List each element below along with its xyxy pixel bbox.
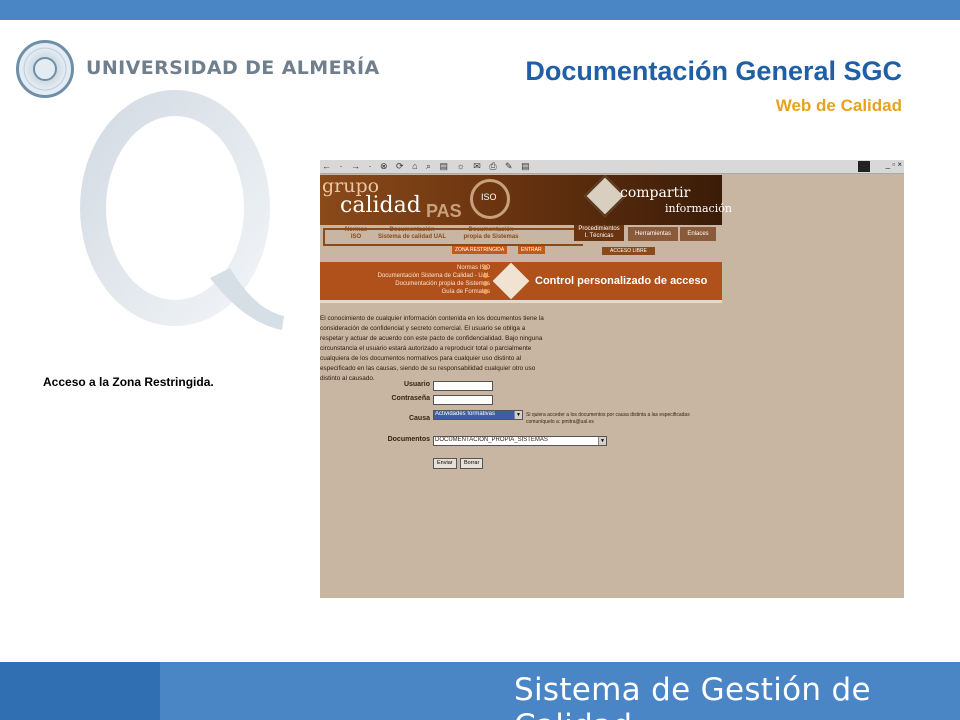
embedded-browser-screenshot: ← · → · ⊗ ⟳ ⌂ ⌕ ▤ ☼ ✉ ⎙ ✎ ▤ _ ▫ × grupo …: [320, 160, 904, 598]
nav-doc-sis-l1: Documentación: [468, 227, 514, 233]
footer-bar: Sistema de Gestión de Calidad: [0, 662, 960, 720]
disclaimer-line: El conocimiento de cualquier información…: [320, 315, 544, 322]
contrasena-input[interactable]: [433, 395, 493, 405]
side-menu: Normas ISO Documentación Sistema de Cali…: [378, 264, 490, 296]
borrar-button[interactable]: Borrar: [460, 458, 484, 469]
bullet-icon: [483, 265, 488, 270]
disclaimer-line: cualquiera de los documentos normativos …: [320, 355, 522, 362]
footer-title: Sistema de Gestión de Calidad: [514, 672, 871, 720]
nav-doc-ual-l1: Documentación: [389, 227, 435, 233]
window-controls[interactable]: _ ▫ ×: [886, 160, 902, 169]
iso-q-icon: ISO: [470, 179, 510, 219]
menu-item-guia-formatos[interactable]: Guía de Formatos: [378, 288, 490, 296]
menu-item-normas-iso[interactable]: Normas ISO: [378, 264, 490, 272]
disclaimer-line: circunstancia el usuario estará autoriza…: [320, 345, 532, 352]
nav-enlaces[interactable]: Enlaces: [680, 227, 716, 241]
usuario-label: Usuario: [403, 381, 430, 388]
nav-normas-l2: ISO: [350, 234, 362, 240]
bullet-icon: [483, 289, 488, 294]
bullet-icon: [483, 281, 488, 286]
page-subtitle: Web de Calidad: [775, 96, 902, 115]
documentos-selected: DOCUMENTACIÓN_PROPIA_SISTEMAS: [435, 437, 548, 443]
causa-hint: Si quiera acceder a los documentos por c…: [526, 412, 690, 425]
usuario-input[interactable]: [433, 381, 493, 391]
quality-q-watermark-icon: [80, 90, 284, 330]
menu-item-doc-sistemas[interactable]: Documentación propia de Sistemas: [378, 280, 490, 288]
documentos-row: Documentos DOCUMENTACIÓN_PROPIA_SISTEMAS…: [320, 436, 904, 448]
disclaimer-line: consideración de confidencial y secreto …: [320, 325, 526, 332]
banner-pas: PAS: [426, 201, 462, 221]
disclaimer-line: respetar y actuar de acuerdo con este pa…: [320, 335, 543, 342]
nav-doc-ual-l2: Sistema de calidad UAL: [377, 234, 447, 240]
footer-block: [0, 662, 160, 720]
nav-proc-l1: Procedimientos: [578, 226, 620, 232]
banner-calidad: calidad: [340, 193, 421, 218]
menu-item-doc-ual[interactable]: Documentación Sistema de Calidad - UAL: [378, 272, 490, 280]
iso-label: ISO: [481, 192, 497, 202]
nav-normas-l1: Normas: [344, 227, 368, 233]
zona-restringida-button[interactable]: ZONA RESTRINGIDA: [452, 246, 508, 254]
nav-doc-ual[interactable]: Documentación Sistema de calidad UAL: [370, 227, 454, 241]
toolbar-icons[interactable]: ← · → · ⊗ ⟳ ⌂ ⌕ ▤ ☼ ✉ ⎙ ✎ ▤: [322, 161, 533, 172]
documentos-select[interactable]: DOCUMENTACIÓN_PROPIA_SISTEMAS ▼: [433, 436, 607, 446]
nav-doc-sistemas[interactable]: Documentación propia de Sistemas: [456, 227, 526, 241]
nav-normas-iso[interactable]: Normas ISO: [338, 227, 374, 241]
access-diamond-icon: [492, 262, 530, 300]
nav-doc-sis-l2: propia de Sistemas: [463, 234, 519, 240]
documentos-label: Documentos: [387, 436, 430, 443]
site-banner: grupo calidad PAS ISO compartir informac…: [320, 174, 732, 225]
page-title: Documentación General SGC: [525, 56, 902, 86]
access-control-band: Normas ISO Documentación Sistema de Cali…: [320, 262, 722, 300]
banner-compartir: compartir: [620, 185, 691, 201]
nav-proc-l2: I. Técnicas: [584, 233, 614, 239]
site-nav: Normas ISO Documentación Sistema de cali…: [320, 225, 722, 257]
divider: [320, 300, 722, 303]
disclaimer-line: especificado en las causas, siendo de su…: [320, 365, 536, 372]
confidentiality-disclaimer: El conocimiento de cualquier información…: [320, 314, 585, 384]
university-seal-icon: [16, 40, 74, 98]
browser-toolbar: ← · → · ⊗ ⟳ ⌂ ⌕ ▤ ☼ ✉ ⎙ ✎ ▤ _ ▫ ×: [320, 160, 904, 174]
chevron-down-icon[interactable]: ▼: [598, 437, 606, 445]
causa-select[interactable]: Actividades formativas ▼: [433, 410, 523, 420]
enviar-button[interactable]: Enviar: [433, 458, 457, 469]
entrar-button[interactable]: ENTRAR: [518, 246, 545, 254]
contrasena-row: Contraseña: [320, 395, 904, 407]
acceso-libre-button[interactable]: ACCESO LIBRE: [602, 247, 655, 255]
causa-label: Causa: [408, 415, 430, 422]
chevron-down-icon[interactable]: ▼: [514, 411, 522, 419]
causa-row: Causa Actividades formativas ▼ Si quiera…: [320, 410, 904, 432]
slide-caption: Acceso a la Zona Restringida.: [43, 375, 214, 389]
windows-flag-icon: [858, 161, 870, 172]
contrasena-label: Contraseña: [391, 395, 430, 402]
access-control-title: Control personalizado de acceso: [535, 275, 708, 287]
bullet-icon: [483, 273, 488, 278]
university-name: UNIVERSIDAD DE ALMERÍA: [86, 57, 380, 79]
causa-selected: Actividades formativas: [435, 411, 496, 417]
banner-informacion: información: [665, 202, 732, 215]
nav-herramientas[interactable]: Herramientas: [628, 227, 678, 241]
usuario-row: Usuario: [320, 381, 904, 393]
top-bar: [0, 0, 960, 20]
nav-procedimientos[interactable]: Procedimientos I. Técnicas: [574, 225, 624, 241]
menu-bullets: [483, 265, 488, 297]
